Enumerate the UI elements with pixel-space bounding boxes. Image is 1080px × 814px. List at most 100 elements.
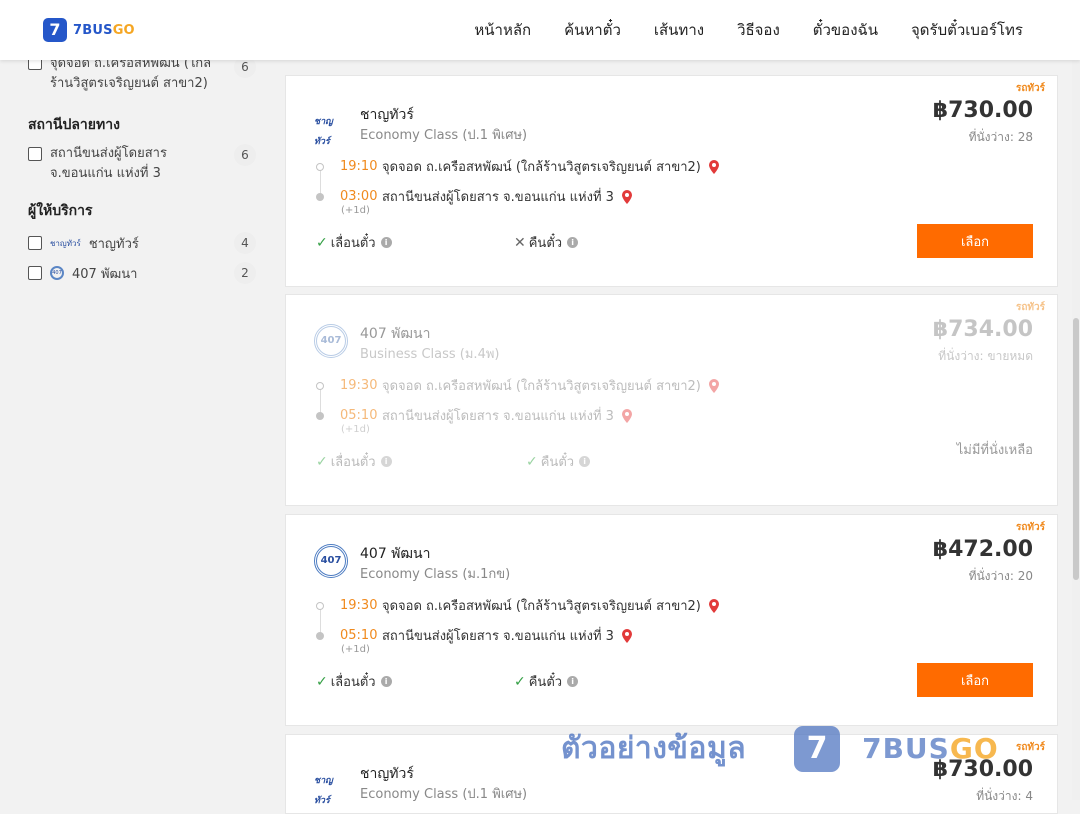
operator-name: ชาญทัวร์ bbox=[360, 107, 414, 123]
watermark-text: ตัวอย่างข้อมูล bbox=[561, 731, 747, 766]
filter-provider-chantour[interactable]: ชาญทัวร์ ชาญทัวร์ 4 bbox=[28, 232, 256, 254]
nav-pickup-phone[interactable]: จุดรับตั๋วเบอร์โทร bbox=[911, 18, 1023, 42]
arrival-place: สถานีขนส่งผู้โดยสาร จ.ขอนแก่น แห่งที่ 3 bbox=[382, 190, 614, 205]
filter-label: ชาญทัวร์ bbox=[88, 236, 139, 252]
filter-label: ร้านวิสูตรเจริญยนต์ สาขา2) bbox=[50, 76, 208, 91]
bus-type-tag: รถทัวร์ bbox=[1015, 522, 1045, 533]
map-pin-icon[interactable] bbox=[620, 628, 634, 644]
bus-class: Economy Class (ม.1กข) bbox=[360, 567, 511, 582]
filter-count: 4 bbox=[234, 232, 256, 254]
bus-type-tag: รถทัวร์ bbox=[1015, 742, 1045, 753]
info-icon[interactable]: i bbox=[579, 456, 591, 467]
policy-label: คืนตั๋ว bbox=[540, 455, 575, 470]
reschedule-policy: ✓ เลื่อนตั๋ว i bbox=[316, 451, 392, 472]
check-icon: ✓ bbox=[526, 453, 538, 470]
departure-dot bbox=[316, 601, 324, 610]
policy-label: เลื่อนตั๋ว bbox=[330, 455, 376, 470]
policy-label: คืนตั๋ว bbox=[528, 236, 563, 251]
map-pin-icon[interactable] bbox=[620, 408, 634, 424]
reschedule-policy: ✓ เลื่อนตั๋ว i bbox=[316, 671, 392, 692]
map-pin-icon[interactable] bbox=[707, 378, 721, 394]
seats-available: ที่นั่งว่าง: ขายหมด bbox=[938, 349, 1033, 363]
check-icon: ✓ bbox=[316, 673, 328, 690]
checkbox[interactable] bbox=[28, 266, 42, 280]
operator-logo: 407 bbox=[314, 544, 348, 578]
nav-search-ticket[interactable]: ค้นหาตั๋ว bbox=[564, 18, 621, 42]
sample-data-watermark: ตัวอย่างข้อมูล 7 7BUSGO bbox=[561, 725, 999, 772]
info-icon[interactable]: i bbox=[380, 237, 392, 248]
operator-logo: 407 bbox=[314, 324, 348, 358]
ticket-price: ฿730.00 bbox=[932, 98, 1033, 123]
watermark-brand: 7BUSGO bbox=[862, 732, 999, 765]
arrival-place: สถานีขนส่งผู้โดยสาร จ.ขอนแก่น แห่งที่ 3 bbox=[382, 409, 614, 424]
policy-label: เลื่อนตั๋ว bbox=[330, 675, 376, 690]
trip-card-soldout: รถทัวร์ 407 407 พัฒนา Business Class (ม.… bbox=[285, 294, 1058, 506]
operator-logo: ชาญทัวร์ bbox=[314, 117, 333, 147]
check-icon: ✓ bbox=[316, 234, 328, 251]
filter-destination-station[interactable]: สถานีขนส่งผู้โดยสาร จ.ขอนแก่น แห่งที่ 3 … bbox=[28, 144, 256, 184]
filter-count: 6 bbox=[234, 144, 256, 166]
info-icon[interactable]: i bbox=[567, 237, 579, 248]
bus-class: Economy Class (ป.1 พิเศษ) bbox=[360, 787, 528, 802]
map-pin-icon[interactable] bbox=[707, 598, 721, 614]
filter-label: 407 พัฒนา bbox=[72, 266, 138, 282]
select-trip-button[interactable]: เลือก bbox=[917, 224, 1033, 258]
site-logo[interactable]: 7 7BUSGO bbox=[43, 18, 135, 42]
filter-count: 2 bbox=[234, 262, 256, 284]
refund-policy: ✕ คืนตั๋ว i bbox=[514, 232, 579, 253]
filter-label: สถานีขนส่งผู้โดยสาร bbox=[50, 146, 167, 161]
bus-type-tag: รถทัวร์ bbox=[1015, 83, 1045, 94]
bus-type-tag: รถทัวร์ bbox=[1015, 302, 1045, 313]
departure-place: จุดจอด ถ.เครือสหพัฒน์ (ใกล้ร้านวิสูตรเจร… bbox=[382, 379, 701, 394]
checkbox[interactable] bbox=[28, 236, 42, 250]
checkbox[interactable] bbox=[28, 147, 42, 161]
arrival-dot bbox=[316, 631, 324, 640]
departure-time: 19:30 bbox=[340, 378, 378, 393]
policy-label: เลื่อนตั๋ว bbox=[330, 236, 376, 251]
departure-stop: 19:30 จุดจอด ถ.เครือสหพัฒน์ (ใกล้ร้านวิส… bbox=[316, 595, 721, 616]
filter-provider-407[interactable]: 407 407 พัฒนา 2 bbox=[28, 262, 256, 284]
nav-how-to-book[interactable]: วิธีจอง bbox=[737, 18, 780, 42]
nav-my-tickets[interactable]: ตั๋วของฉัน bbox=[813, 18, 878, 42]
departure-place: จุดจอด ถ.เครือสหพัฒน์ (ใกล้ร้านวิสูตรเจร… bbox=[382, 599, 701, 614]
info-icon[interactable]: i bbox=[380, 676, 392, 687]
operator-name: 407 พัฒนา bbox=[360, 546, 431, 562]
info-icon[interactable]: i bbox=[380, 456, 392, 467]
departure-dot bbox=[316, 162, 324, 171]
seats-available: ที่นั่งว่าง: 4 bbox=[976, 789, 1033, 803]
departure-stop: 19:10 จุดจอด ถ.เครือสหพัฒน์ (ใกล้ร้านวิส… bbox=[316, 156, 721, 177]
trip-card: รถทัวร์ ชาญทัวร์ ชาญทัวร์ Economy Class … bbox=[285, 75, 1058, 287]
select-trip-button[interactable]: เลือก bbox=[917, 663, 1033, 697]
departure-stop: 19:30 จุดจอด ถ.เครือสหพัฒน์ (ใกล้ร้านวิส… bbox=[316, 375, 721, 396]
nav-routes[interactable]: เส้นทาง bbox=[654, 18, 704, 42]
watermark-logo-icon: 7 bbox=[794, 725, 841, 772]
nav-home[interactable]: หน้าหลัก bbox=[474, 18, 531, 42]
logo-text: 7BUSGO bbox=[73, 22, 135, 38]
arrival-place: สถานีขนส่งผู้โดยสาร จ.ขอนแก่น แห่งที่ 3 bbox=[382, 629, 614, 644]
departure-time: 19:30 bbox=[340, 598, 378, 613]
cross-icon: ✕ bbox=[514, 234, 526, 251]
destination-section-title: สถานีปลายทาง bbox=[28, 117, 120, 133]
map-pin-icon[interactable] bbox=[707, 159, 721, 175]
operator-name: ชาญทัวร์ bbox=[360, 766, 414, 782]
check-icon: ✓ bbox=[514, 673, 526, 690]
ticket-price: ฿472.00 bbox=[932, 537, 1033, 562]
arrival-time: 03:00 bbox=[340, 189, 378, 204]
refund-policy: ✓ คืนตั๋ว i bbox=[526, 451, 591, 472]
scrollbar-thumb[interactable] bbox=[1073, 318, 1079, 580]
page-scrollbar[interactable] bbox=[1072, 60, 1080, 800]
check-icon: ✓ bbox=[316, 453, 328, 470]
operator-logo: ชาญทัวร์ bbox=[314, 776, 333, 806]
bus-class: Business Class (ม.4พ) bbox=[360, 347, 500, 362]
top-header: 7 7BUSGO หน้าหลัก ค้นหาตั๋ว เส้นทาง วิธี… bbox=[0, 0, 1080, 60]
logo-icon: 7 bbox=[43, 18, 67, 42]
operator-name: 407 พัฒนา bbox=[360, 326, 431, 342]
map-pin-icon[interactable] bbox=[620, 189, 634, 205]
refund-policy: ✓ คืนตั๋ว i bbox=[514, 671, 579, 692]
no-seats-left-note: ไม่มีที่นั่งเหลือ bbox=[956, 443, 1033, 458]
arrival-stop: 03:00 สถานีขนส่งผู้โดยสาร จ.ขอนแก่น แห่ง… bbox=[316, 186, 634, 207]
filter-origin-stop[interactable]: จุดจอด ถ.เครือสหพัฒน์ (ใกล้ ร้านวิสูตรเจ… bbox=[28, 54, 256, 94]
info-icon[interactable]: i bbox=[567, 676, 579, 687]
arrival-dot bbox=[316, 411, 324, 420]
407-logo-icon: 407 bbox=[50, 266, 64, 280]
